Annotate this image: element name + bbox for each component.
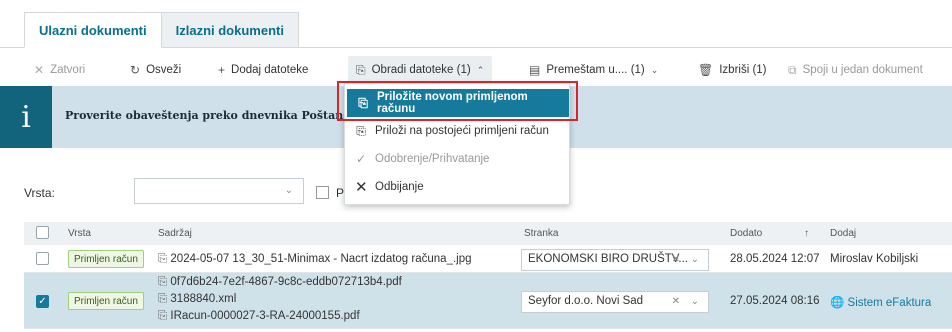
added-by: Miroslav Kobiljski [830, 253, 919, 265]
table-row[interactable]: ✓ Primljen račun ⎘ 0f7d6b24-7e2f-4867-9c… [24, 273, 952, 329]
move-icon: ▤ [529, 63, 541, 77]
added-date: 28.05.2024 12:07 [730, 253, 820, 265]
menu-item-approve[interactable]: ✓ Odobrenje/Prihvatanje [345, 145, 571, 173]
party-select[interactable]: Seyfor d.o.o. Novi Sad ✕ ⌄ [521, 291, 709, 313]
file-link[interactable]: ⎘ IRacun-0000027-3-RA-24000155.pdf [158, 310, 360, 323]
row-checkbox[interactable] [36, 252, 49, 265]
move-label: Premeštam u.... (1) [546, 64, 645, 76]
process-icon: ⎘ [356, 62, 366, 77]
banner-message: Proverite obaveštenja preko dnevnika Poš… [65, 109, 350, 122]
chevron-down-icon: ⌄ [650, 64, 659, 75]
file-link[interactable]: ⎘ 0f7d6b24-7e2f-4867-9c8c-eddb072713b4.p… [158, 276, 402, 289]
menu-item-label: Odbijanje [375, 181, 424, 193]
add-files-label: Dodaj datoteke [231, 64, 309, 76]
column-header-added-by[interactable]: Dodaj [830, 228, 856, 239]
info-icon: i [0, 86, 52, 148]
file-name: 2024-05-07 13_30_51-Minimax - Nacrt izda… [170, 253, 472, 265]
added-by: 🌐 Sistem eFaktura [830, 295, 931, 309]
process-files-label: Obradi datoteke (1) [371, 64, 471, 76]
move-button[interactable]: ▤ Premeštam u.... (1) ⌄ [529, 56, 658, 84]
merge-icon: ⧉ [788, 62, 797, 77]
table-header: Vrsta Sadržaj Stranka Dodato ↑ Dodaj [24, 222, 952, 245]
type-badge: Primljen račun [68, 292, 144, 310]
added-date: 27.05.2024 08:16 [730, 295, 820, 307]
column-header-party[interactable]: Stranka [524, 228, 558, 239]
column-header-type[interactable]: Vrsta [68, 228, 91, 239]
party-select[interactable]: EKONOMSKI BIRO DRUŠTV... ✕ ⌄ [521, 249, 709, 271]
type-filter-select[interactable]: ⌄ [134, 178, 304, 204]
chevron-down-icon: ⌄ [284, 185, 293, 196]
chevron-up-icon: ⌃ [476, 64, 485, 75]
tab-incoming-documents[interactable]: Ulazni dokumenti [24, 12, 162, 48]
highlight-box [337, 81, 578, 121]
chevron-down-icon[interactable]: ⌄ [691, 296, 699, 307]
add-files-button[interactable]: + Dodaj datoteke [218, 56, 308, 84]
table-row[interactable]: Primljen račun ⎘ 2024-05-07 13_30_51-Min… [24, 246, 952, 273]
refresh-button[interactable]: ↻ Osveži [130, 56, 181, 84]
file-link[interactable]: ⎘ 3188840.xml [158, 293, 236, 306]
refresh-label: Osveži [146, 64, 182, 76]
file-name: 0f7d6b24-7e2f-4867-9c8c-eddb072713b4.pdf [170, 276, 402, 288]
globe-icon: 🌐 [830, 297, 845, 309]
type-filter-label: Vrsta: [24, 186, 55, 200]
clear-icon[interactable]: ✕ [672, 296, 680, 307]
refresh-icon: ↻ [130, 63, 141, 77]
menu-item-reject[interactable]: ✕ Odbijanje [345, 173, 571, 201]
toolbar: ✕ Zatvori ↻ Osveži + Dodaj datoteke ⎘ Ob… [0, 56, 952, 84]
merge-button[interactable]: ⧉ Spoji u jedan dokument [788, 56, 923, 84]
menu-item-label: Priloži na postojeći primljeni račun [375, 125, 549, 137]
sort-asc-icon[interactable]: ↑ [804, 228, 809, 239]
menu-item-attach-existing-invoice[interactable]: ⎘ Priloži na postojeći primljeni račun [345, 117, 571, 145]
process-files-button[interactable]: ⎘ Obradi datoteke (1) ⌃ [348, 56, 493, 84]
row-checkbox[interactable]: ✓ [36, 295, 49, 308]
merge-label: Spoji u jedan dokument [802, 64, 923, 76]
file-name: 3188840.xml [170, 293, 237, 305]
file-name: IRacun-0000027-3-RA-24000155.pdf [170, 310, 360, 322]
party-value: Seyfor d.o.o. Novi Sad [528, 295, 644, 307]
document-tabs: Ulazni dokumenti Izlazni dokumenti [24, 12, 299, 48]
close-label: Zatvori [50, 64, 86, 76]
paperclip-icon: ⎘ [158, 310, 168, 322]
delete-label: Izbriši (1) [719, 64, 767, 76]
paperclip-icon: ⎘ [158, 293, 168, 305]
filter-checkbox[interactable] [316, 186, 329, 199]
x-icon: ✕ [355, 179, 368, 196]
added-by-name: Sistem eFaktura [847, 297, 932, 309]
plus-icon: + [218, 63, 226, 77]
clear-icon[interactable]: ✕ [672, 254, 680, 265]
chevron-down-icon[interactable]: ⌄ [691, 254, 699, 265]
paperclip-icon: ⎘ [158, 253, 168, 265]
check-icon: ✓ [355, 152, 367, 166]
paperclip-icon: ⎘ [158, 276, 168, 288]
delete-button[interactable]: 🗑 Izbriši (1) [698, 56, 767, 84]
tab-outgoing-documents[interactable]: Izlazni dokumenti [161, 12, 299, 48]
attach-icon: ⎘ [356, 123, 366, 138]
menu-item-label: Odobrenje/Prihvatanje [375, 153, 490, 165]
trash-icon: 🗑 [698, 63, 714, 77]
type-badge: Primljen račun [68, 250, 144, 268]
select-all-checkbox[interactable] [36, 226, 49, 239]
column-header-content[interactable]: Sadržaj [158, 228, 192, 239]
file-link[interactable]: ⎘ 2024-05-07 13_30_51-Minimax - Nacrt iz… [158, 253, 472, 266]
column-header-added[interactable]: Dodato [730, 228, 762, 239]
party-value: EKONOMSKI BIRO DRUŠTV... [528, 253, 688, 265]
close-button[interactable]: ✕ Zatvori [34, 56, 85, 84]
close-icon: ✕ [34, 63, 45, 77]
